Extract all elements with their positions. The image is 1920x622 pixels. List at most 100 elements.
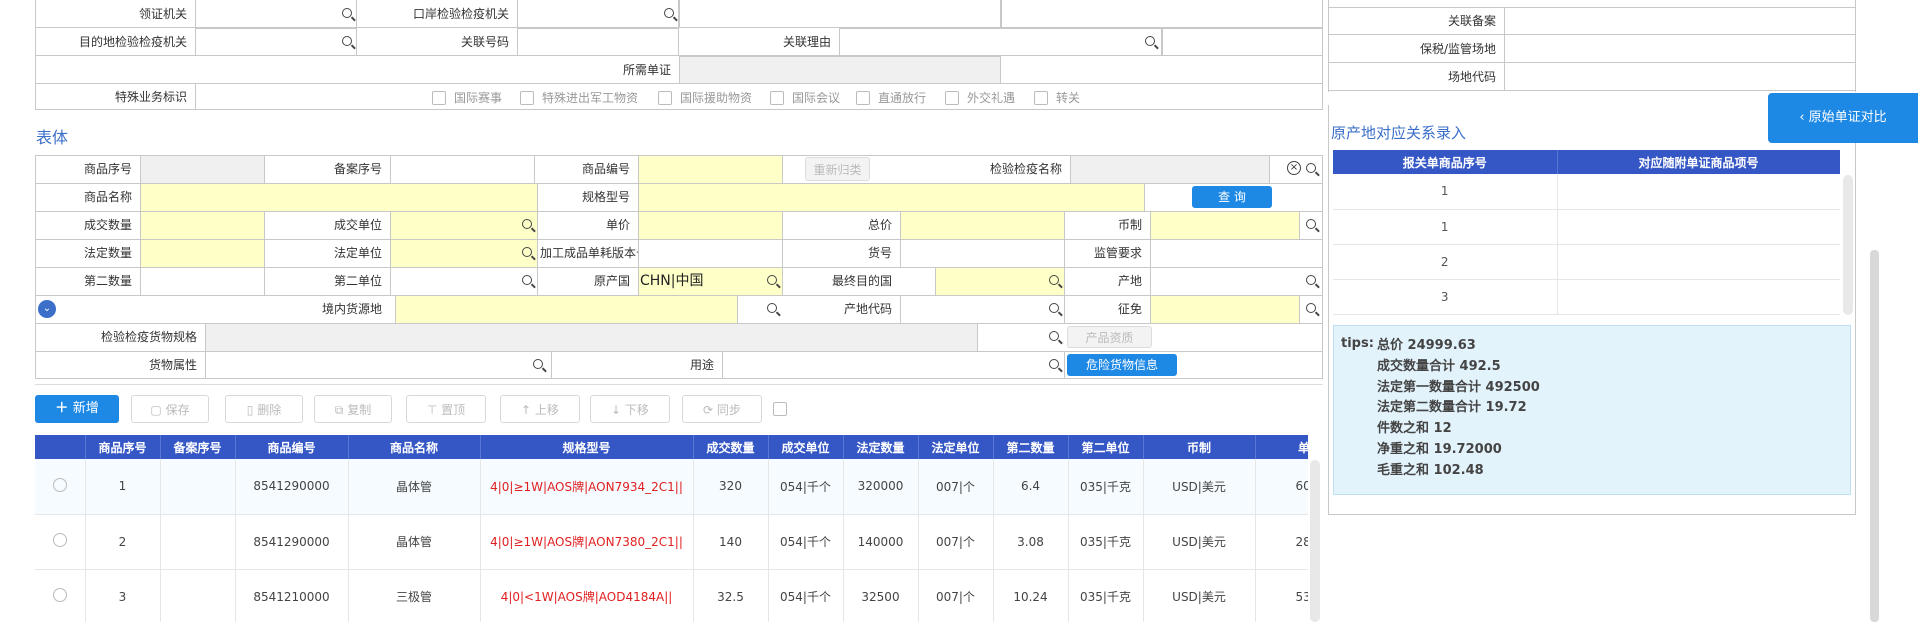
r2-extra-field[interactable]	[1162, 28, 1323, 56]
dest-insp-org-input[interactable]	[195, 28, 357, 56]
row-radio[interactable]	[52, 477, 67, 492]
row-radio[interactable]	[52, 588, 67, 602]
tax-exemption-input[interactable]	[1150, 295, 1300, 324]
search-icon[interactable]	[1049, 303, 1059, 313]
search-icon[interactable]	[522, 247, 532, 257]
grid-column-header[interactable]: 币制	[1143, 435, 1256, 459]
special-flag-checkbox[interactable]	[1034, 91, 1048, 105]
grid-column-header[interactable]: 商品序号	[85, 435, 161, 459]
search-icon[interactable]	[1049, 275, 1059, 285]
origin-scrollbar[interactable]	[1843, 175, 1853, 315]
clear-icon[interactable]: ×	[1287, 161, 1301, 175]
origin-cell[interactable]	[1557, 279, 1840, 315]
port-insp-org-input[interactable]	[517, 0, 679, 28]
origin-cell[interactable]: 1	[1333, 209, 1558, 245]
grid-column-header[interactable]: 备案序号	[160, 435, 236, 459]
insp-goods-spec-input[interactable]	[205, 323, 978, 352]
origin-code-input[interactable]	[900, 295, 1065, 324]
search-icon[interactable]	[664, 8, 674, 18]
search-icon[interactable]	[522, 219, 532, 229]
legal-unit-input[interactable]	[390, 239, 538, 268]
related-reason-input[interactable]	[839, 28, 1162, 56]
grid-column-header[interactable]: 第二数量	[993, 435, 1069, 459]
origin-place-input[interactable]	[1150, 267, 1323, 296]
deal-qty-input[interactable]	[140, 211, 265, 240]
origin-row[interactable]: 1	[1333, 174, 1840, 210]
grid-column-header[interactable]: 法定单位	[918, 435, 994, 459]
toolbar-checkbox[interactable]	[773, 402, 787, 416]
second-qty-input[interactable]	[140, 267, 265, 296]
grid-column-header[interactable]: 商品名称	[348, 435, 481, 459]
origin-cell[interactable]	[1557, 244, 1840, 280]
unit-price-input[interactable]	[638, 211, 783, 240]
goods-attr-input[interactable]	[205, 351, 552, 379]
origin-cell[interactable]: 2	[1333, 244, 1558, 280]
related-no-input[interactable]	[517, 28, 679, 56]
row-select-cell[interactable]	[35, 459, 86, 515]
search-icon[interactable]	[342, 8, 352, 18]
search-icon[interactable]	[533, 359, 543, 369]
grid-column-header[interactable]: 成交数量	[693, 435, 769, 459]
special-flag-checkbox[interactable]	[770, 91, 784, 105]
dangerous-goods-button[interactable]: 危险货物信息	[1067, 354, 1177, 376]
search-icon[interactable]	[1145, 36, 1155, 46]
table-row[interactable]: 2 8541290000 晶体管 4|0|≥1W|AOS牌|AON7380_2C1||…	[35, 514, 1308, 570]
top-button[interactable]: ⊤ 置顶	[406, 395, 486, 423]
second-unit-input[interactable]	[390, 267, 538, 296]
row-select-cell[interactable]	[35, 569, 86, 622]
search-icon[interactable]	[1049, 359, 1059, 369]
goods-code-input[interactable]	[638, 155, 783, 184]
product-qual-button[interactable]: 产品资质	[1067, 326, 1152, 348]
search-icon[interactable]	[342, 36, 352, 46]
r1-extra-field[interactable]	[679, 0, 1001, 28]
origin-cell[interactable]: 1	[1333, 174, 1558, 210]
goods-name-input[interactable]	[140, 183, 538, 212]
origin-row[interactable]: 2	[1333, 244, 1840, 280]
supervision-req-input[interactable]	[1150, 239, 1323, 268]
origin-row[interactable]: 1	[1333, 209, 1840, 245]
search-icon[interactable]	[522, 275, 532, 285]
reclassify-button[interactable]: 重新归类	[805, 157, 870, 181]
search-icon[interactable]	[1306, 303, 1316, 313]
consumption-ver-input[interactable]	[638, 239, 783, 268]
usage-input[interactable]	[722, 351, 1065, 379]
insp-name-input[interactable]	[1070, 155, 1270, 184]
grid-column-header[interactable]: 法定数量	[843, 435, 919, 459]
grid-column-header[interactable]: 规格型号	[480, 435, 694, 459]
copy-button[interactable]: ⧉ 复制	[314, 395, 392, 423]
move-down-button[interactable]: ↓ 下移	[590, 395, 670, 423]
search-icon[interactable]	[1306, 219, 1316, 229]
special-flag-checkbox[interactable]	[856, 91, 870, 105]
goods-no-input[interactable]	[900, 239, 1065, 268]
search-icon[interactable]	[767, 275, 777, 285]
grid-column-header[interactable]: 商品编号	[235, 435, 349, 459]
origin-cell[interactable]	[1557, 209, 1840, 245]
page-scrollbar[interactable]	[1870, 250, 1879, 622]
origin-cell[interactable]: 3	[1333, 279, 1558, 315]
grid-scrollbar[interactable]	[1310, 460, 1320, 622]
row-select-cell[interactable]	[35, 514, 86, 570]
move-up-button[interactable]: ↑ 上移	[500, 395, 580, 423]
origin-row[interactable]: 3	[1333, 279, 1840, 315]
table-row[interactable]: 1 8541290000 晶体管 4|0|≥1W|AOS牌|AON7934_2C1||…	[35, 459, 1308, 515]
required-docs-input[interactable]	[679, 56, 1001, 84]
special-flag-checkbox[interactable]	[658, 91, 672, 105]
search-icon[interactable]	[1049, 331, 1059, 341]
spec-model-input[interactable]	[638, 183, 1145, 212]
deal-unit-input[interactable]	[390, 211, 538, 240]
save-button[interactable]: ▢ 保存	[131, 395, 209, 423]
domestic-source-input[interactable]	[395, 295, 738, 324]
item-seq-input[interactable]	[140, 155, 265, 184]
legal-qty-input[interactable]	[140, 239, 265, 268]
compare-button[interactable]: ‹ 原始单证对比	[1768, 93, 1918, 143]
record-seq-input[interactable]	[390, 155, 535, 184]
add-button[interactable]: ＋ 新增	[35, 395, 119, 423]
search-icon[interactable]	[767, 303, 777, 313]
delete-button[interactable]: ▯ 删除	[225, 395, 303, 423]
cert-org-input[interactable]	[195, 0, 357, 28]
grid-column-header[interactable]: 成交单位	[768, 435, 844, 459]
origin-cell[interactable]	[1557, 174, 1840, 210]
total-price-input[interactable]	[900, 211, 1065, 240]
sync-button[interactable]: ⟳ 同步	[682, 395, 762, 423]
search-icon[interactable]	[1306, 163, 1316, 173]
